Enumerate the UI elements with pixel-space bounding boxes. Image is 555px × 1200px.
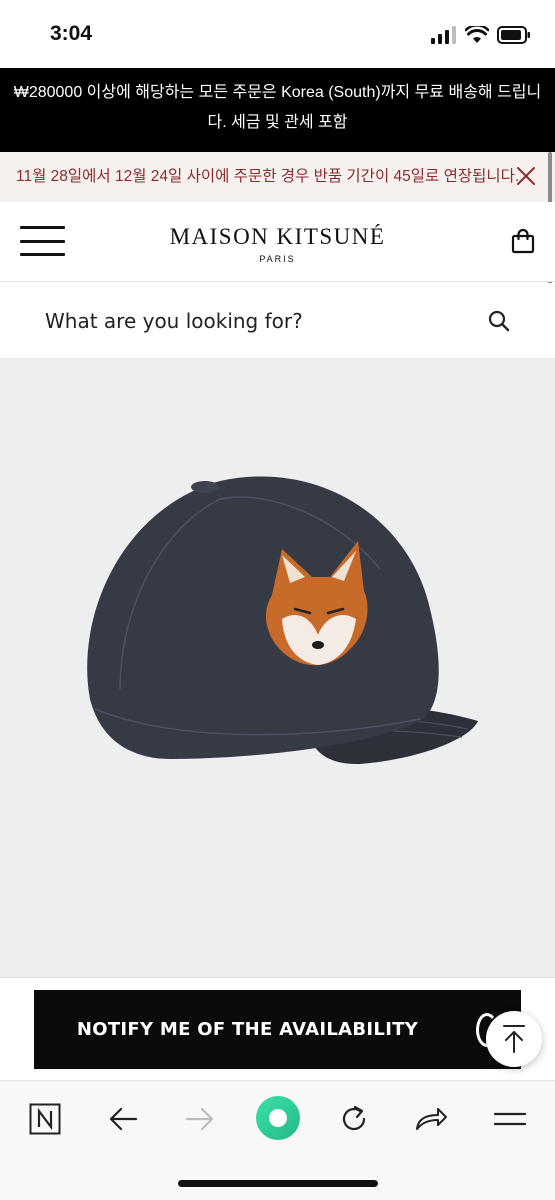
- search-icon[interactable]: [487, 309, 511, 333]
- share-icon[interactable]: [411, 1099, 451, 1139]
- promo-line-1: ₩280000 이상에 해당하는 모든 주문은 Korea (South)까지 …: [13, 84, 542, 101]
- reload-icon[interactable]: [334, 1099, 374, 1139]
- site-header: MAISON KITSUNÉ PARIS: [0, 202, 555, 282]
- green-orb-icon[interactable]: [255, 1095, 301, 1141]
- wifi-icon: [465, 26, 489, 43]
- product-image-fox-cap: [87, 476, 478, 765]
- n-logo-icon[interactable]: [25, 1099, 65, 1139]
- notice-text: 11월 28일에서 12월 24일 사이에 주문한 경우 반품 기간이 45일로…: [16, 168, 520, 185]
- brand-logo[interactable]: MAISON KITSUNÉ PARIS: [0, 224, 555, 264]
- shipping-promo-banner: ₩280000 이상에 해당하는 모든 주문은 Korea (South)까지 …: [0, 68, 555, 152]
- arrow-up-to-top-icon[interactable]: [486, 1011, 542, 1067]
- close-icon[interactable]: [515, 165, 537, 187]
- status-bar: 3:04: [0, 0, 555, 68]
- status-icons: [431, 24, 531, 46]
- shopping-bag-icon[interactable]: [511, 228, 535, 254]
- back-arrow-icon[interactable]: [103, 1099, 143, 1139]
- signal-icon: [431, 26, 456, 44]
- search-input[interactable]: [45, 305, 465, 337]
- returns-notice-bar: 11월 28일에서 12월 24일 사이에 주문한 경우 반품 기간이 45일로…: [0, 152, 555, 202]
- divider: [0, 977, 555, 978]
- home-indicator[interactable]: [178, 1180, 378, 1187]
- forward-arrow-icon[interactable]: [180, 1099, 220, 1139]
- battery-icon: [497, 26, 530, 44]
- product-image-gallery[interactable]: [0, 359, 555, 977]
- search-bar: [0, 283, 555, 359]
- brand-subtitle: PARIS: [259, 254, 296, 264]
- status-time: 3:04: [50, 22, 93, 45]
- menu-icon[interactable]: [490, 1099, 530, 1139]
- notify-availability-button[interactable]: NOTIFY ME OF THE AVAILABILITY: [34, 990, 521, 1069]
- promo-line-2: 다. 세금 및 관세 포함: [207, 114, 348, 131]
- brand-name: MAISON KITSUNÉ: [169, 224, 386, 249]
